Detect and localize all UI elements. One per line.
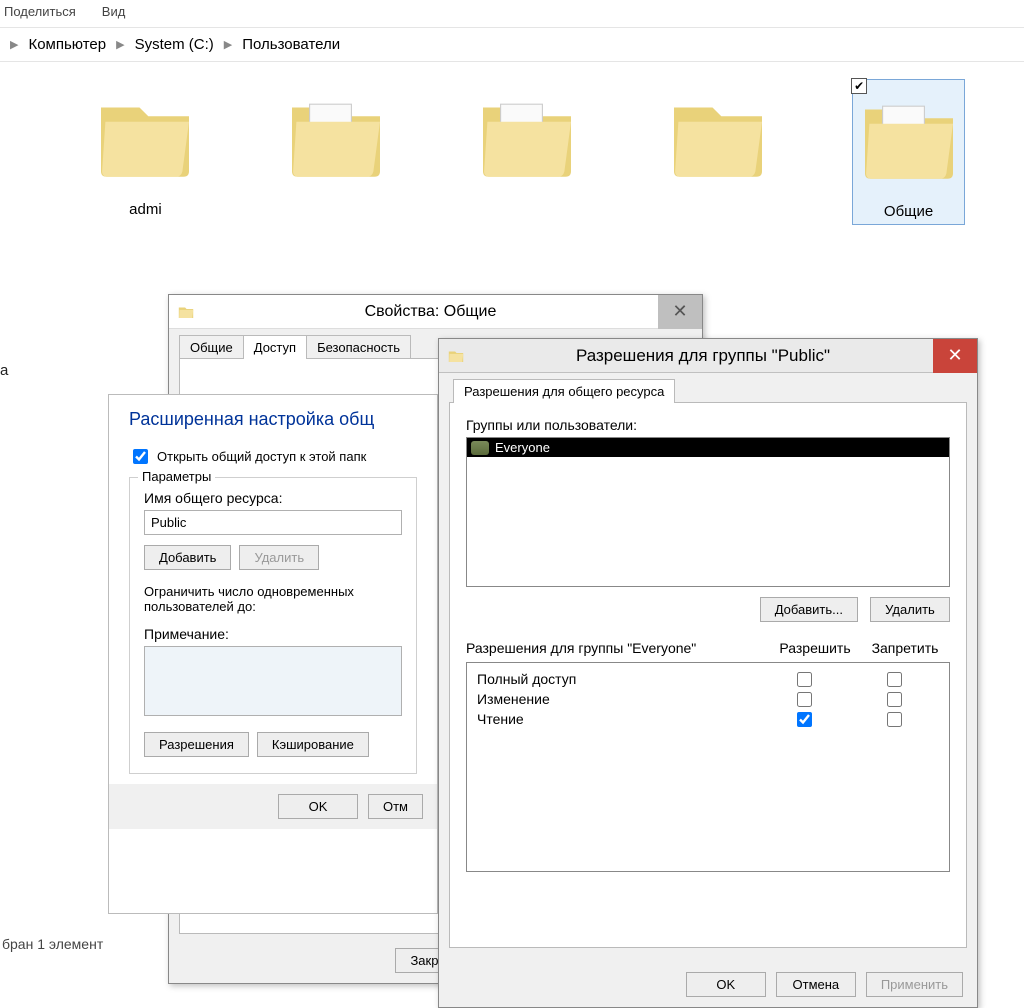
folder-icon bbox=[663, 80, 773, 190]
explorer-content: а admi bbox=[0, 62, 1024, 882]
perm-allow-read[interactable] bbox=[797, 712, 812, 727]
permissions-header: Разрешения для группы "Everyone" Разреши… bbox=[466, 640, 950, 656]
users-list[interactable]: Everyone bbox=[466, 437, 950, 587]
chevron-right-icon: ▶ bbox=[10, 38, 18, 51]
dialog-title: Свойства: Общие bbox=[203, 303, 658, 321]
close-button[interactable]: ✕ bbox=[933, 339, 977, 373]
share-name-input[interactable] bbox=[144, 510, 402, 535]
delete-user-button[interactable]: Удалить bbox=[870, 597, 950, 622]
folder-item[interactable] bbox=[281, 80, 392, 224]
perm-deny-full[interactable] bbox=[887, 672, 902, 687]
tab-access[interactable]: Доступ bbox=[243, 335, 307, 359]
close-button[interactable]: ✕ bbox=[658, 295, 702, 329]
perm-label: Чтение bbox=[477, 711, 759, 727]
folder-icon bbox=[177, 303, 195, 321]
cancel-button[interactable]: Отм bbox=[368, 794, 423, 819]
ok-button[interactable]: OK bbox=[278, 794, 358, 819]
breadcrumb-computer[interactable]: Компьютер bbox=[28, 36, 106, 53]
parameters-group: Параметры Имя общего ресурса: Добавить У… bbox=[129, 477, 417, 774]
folder-item[interactable] bbox=[662, 80, 773, 224]
titlebar[interactable]: Разрешения для группы "Public" ✕ bbox=[439, 339, 977, 373]
perm-allow-full[interactable] bbox=[797, 672, 812, 687]
dialog-title: Разрешения для группы "Public" bbox=[473, 346, 933, 366]
users-group-icon bbox=[471, 441, 489, 455]
tab-share-permissions[interactable]: Разрешения для общего ресурса bbox=[453, 379, 675, 403]
folder-item[interactable]: admi bbox=[90, 80, 201, 224]
sidebar-fragment: а bbox=[0, 362, 8, 379]
folder-icon bbox=[447, 347, 465, 365]
menubar: Поделиться Вид bbox=[0, 0, 1024, 28]
note-label: Примечание: bbox=[144, 626, 402, 642]
parameters-legend: Параметры bbox=[138, 469, 215, 484]
folder-label: admi bbox=[90, 201, 201, 218]
folder-checkbox[interactable]: ✔ bbox=[851, 78, 867, 94]
folder-icon bbox=[90, 80, 200, 190]
tab-security[interactable]: Безопасность bbox=[306, 335, 411, 359]
limit-users-label: Ограничить число одновременных пользоват… bbox=[144, 584, 402, 614]
menu-share[interactable]: Поделиться bbox=[4, 4, 76, 19]
tab-body: Группы или пользователи: Everyone Добави… bbox=[449, 402, 967, 948]
user-name: Everyone bbox=[495, 440, 550, 455]
folder-open-icon bbox=[472, 80, 582, 190]
folder-open-icon bbox=[281, 80, 391, 190]
note-textarea[interactable] bbox=[144, 646, 402, 716]
perm-row-full: Полный доступ bbox=[477, 669, 939, 689]
perm-row-change: Изменение bbox=[477, 689, 939, 709]
breadcrumb: ▶ Компьютер ▶ System (C:) ▶ Пользователи bbox=[0, 28, 1024, 62]
dialog-heading: Расширенная настройка общ bbox=[109, 395, 437, 440]
perm-deny-change[interactable] bbox=[887, 692, 902, 707]
allow-header: Разрешить bbox=[770, 640, 860, 656]
folder-item-selected[interactable]: ✔ Общие bbox=[853, 80, 964, 224]
permissions-button[interactable]: Разрешения bbox=[144, 732, 249, 757]
permissions-table: Полный доступ Изменение Чтение bbox=[466, 662, 950, 872]
chevron-right-icon: ▶ bbox=[116, 38, 124, 51]
folder-item[interactable] bbox=[472, 80, 583, 224]
breadcrumb-users[interactable]: Пользователи bbox=[242, 36, 340, 53]
apply-button: Применить bbox=[866, 972, 963, 997]
tab-general[interactable]: Общие bbox=[179, 335, 244, 359]
caching-button[interactable]: Кэширование bbox=[257, 732, 369, 757]
share-folder-checkbox-input[interactable] bbox=[133, 449, 148, 464]
perm-allow-change[interactable] bbox=[797, 692, 812, 707]
folder-open-icon bbox=[854, 82, 964, 192]
advanced-sharing-dialog: Расширенная настройка общ Открыть общий … bbox=[108, 394, 438, 914]
perm-label: Изменение bbox=[477, 691, 759, 707]
folder-grid: admi ✔ bbox=[0, 62, 1024, 234]
deny-header: Запретить bbox=[860, 640, 950, 656]
perm-deny-read[interactable] bbox=[887, 712, 902, 727]
share-folder-checkbox-label: Открыть общий доступ к этой папк bbox=[157, 449, 366, 464]
share-folder-checkbox[interactable]: Открыть общий доступ к этой папк bbox=[129, 446, 417, 467]
breadcrumb-drive[interactable]: System (C:) bbox=[135, 36, 214, 53]
add-user-button[interactable]: Добавить... bbox=[760, 597, 858, 622]
cancel-button[interactable]: Отмена bbox=[776, 972, 856, 997]
status-bar: бран 1 элемент bbox=[0, 932, 105, 956]
permissions-dialog: Разрешения для группы "Public" ✕ Разреше… bbox=[438, 338, 978, 1008]
permissions-for-label: Разрешения для группы "Everyone" bbox=[466, 640, 770, 656]
perm-label: Полный доступ bbox=[477, 671, 759, 687]
user-row-everyone[interactable]: Everyone bbox=[467, 438, 949, 457]
menu-view[interactable]: Вид bbox=[102, 4, 126, 19]
folder-label: Общие bbox=[853, 203, 964, 220]
ok-button[interactable]: OK bbox=[686, 972, 766, 997]
chevron-right-icon: ▶ bbox=[224, 38, 232, 51]
groups-users-label: Группы или пользователи: bbox=[466, 417, 950, 433]
share-name-label: Имя общего ресурса: bbox=[144, 490, 402, 506]
perm-row-read: Чтение bbox=[477, 709, 939, 729]
titlebar[interactable]: Свойства: Общие ✕ bbox=[169, 295, 702, 329]
delete-share-button: Удалить bbox=[239, 545, 319, 570]
add-share-button[interactable]: Добавить bbox=[144, 545, 231, 570]
